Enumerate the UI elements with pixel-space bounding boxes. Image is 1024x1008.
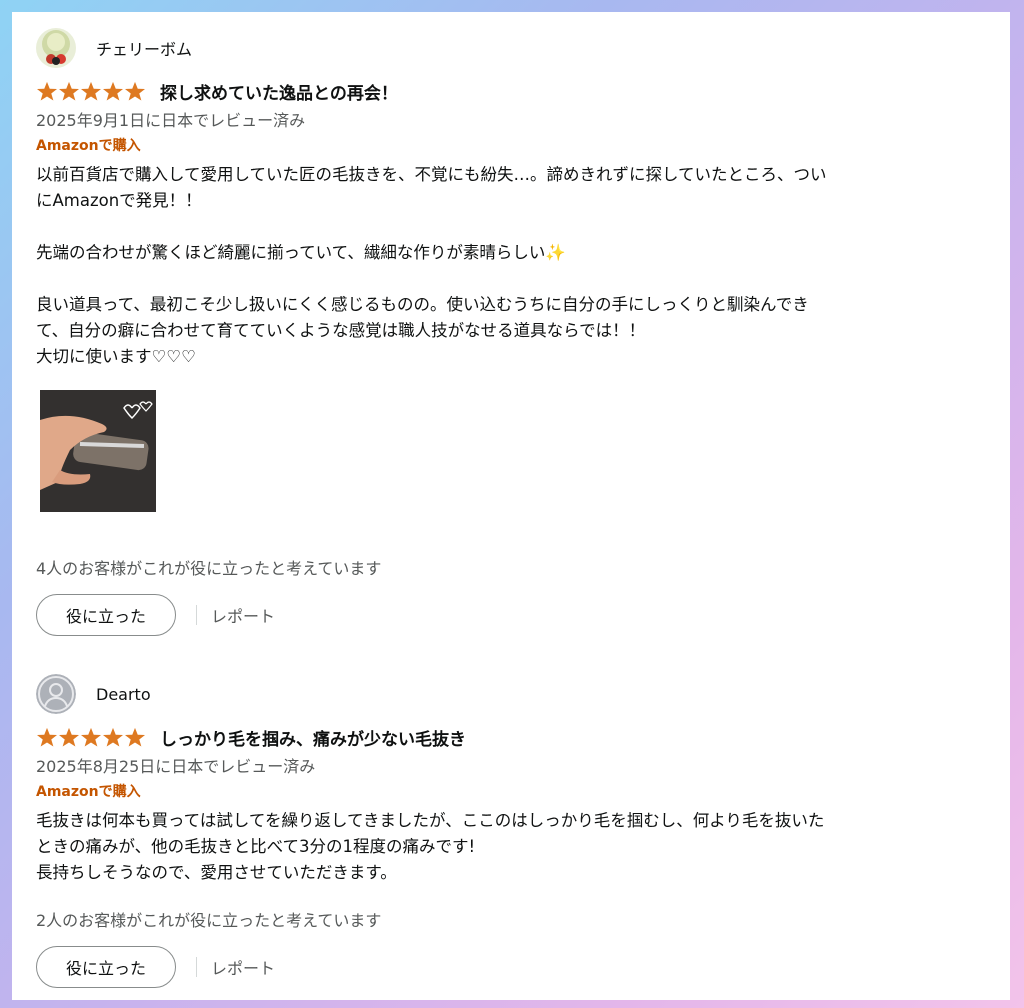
review-date: 2025年8月25日に日本でレビュー済み [36,757,316,776]
verified-purchase-badge: Amazonで購入 [36,138,141,154]
reviews-card: チェリーボム 探し求めていた逸品との再会！ 2025年9月1日に日本でレビュー済… [12,12,1010,1000]
helpful-button[interactable]: 役に立った [36,946,176,988]
review-body-line: て、自分の癖に合わせて育てていくような感覚は職人技がなせる道具ならでは！！ [36,321,646,340]
review-body-line: 長持ちしそうなので、愛用させていただきます。 [36,863,397,882]
report-link[interactable]: レポート [211,603,275,627]
helpful-button[interactable]: 役に立った [36,594,176,636]
star-rating[interactable] [36,727,146,747]
review-title[interactable]: 探し求めていた逸品との再会！ [160,79,398,104]
helpful-count: 2人のお客様がこれが役に立ったと考えています [36,911,382,930]
reviewer-name[interactable]: Dearto [96,685,151,704]
review-date: 2025年9月1日に日本でレビュー済み [36,111,306,130]
review-footer: 4人のお客様がこれが役に立ったと考えています 役に立った レポート [36,558,986,636]
cherry-avatar-icon[interactable] [36,28,76,68]
star-icon [125,727,145,747]
divider [196,605,197,625]
star-icon [103,727,123,747]
star-icon [59,81,79,101]
review-body-line: 先端の合わせが驚くほど綺麗に揃っていて、繊細な作りが素晴らしい✨ [36,243,566,262]
review-body-line: 毛抜きは何本も買っては試してを繰り返してきましたが、ここのはしっかり毛を掴むし、… [36,811,825,830]
review-photo-thumbnail[interactable] [40,390,156,512]
star-icon [37,81,57,101]
verified-purchase-badge: Amazonで購入 [36,784,141,800]
star-icon [125,81,145,101]
star-icon [103,81,123,101]
reviewer-name[interactable]: チェリーボム [96,36,192,60]
review-title[interactable]: しっかり毛を掴み、痛みが少ない毛抜き [160,725,466,750]
review-body-line: にAmazonで発見！！ [36,191,202,210]
reviewer-profile[interactable]: チェリーボム [36,28,986,68]
review-footer: 2人のお客様がこれが役に立ったと考えています 役に立った レポート [36,910,986,988]
review-body: 毛抜きは何本も買っては試してを繰り返してきましたが、ここのはしっかり毛を掴むし、… [36,808,986,886]
review-item: チェリーボム 探し求めていた逸品との再会！ 2025年9月1日に日本でレビュー済… [36,28,986,512]
review-body-line: 大切に使います♡♡♡ [36,347,196,366]
reviewer-profile[interactable]: Dearto [36,674,986,714]
review-body-line [36,214,986,240]
star-icon [59,727,79,747]
star-rating[interactable] [36,81,146,101]
star-icon [81,727,101,747]
default-user-avatar-icon[interactable] [36,674,76,714]
star-icon [81,81,101,101]
review-body-line: 以前百貨店で購入して愛用していた匠の毛抜きを、不覚にも紛失…。諦めきれずに探して… [36,165,827,184]
review-body: 以前百貨店で購入して愛用していた匠の毛抜きを、不覚にも紛失…。諦めきれずに探して… [36,162,986,370]
report-link[interactable]: レポート [211,955,275,979]
review-body-line: ときの痛みが、他の毛抜きと比べて3分の1程度の痛みです! [36,837,476,856]
divider [196,957,197,977]
review-item: Dearto しっかり毛を掴み、痛みが少ない毛抜き 2025年8月25日に日本で… [36,674,986,886]
star-icon [37,727,57,747]
review-body-line [36,266,986,292]
helpful-count: 4人のお客様がこれが役に立ったと考えています [36,559,382,578]
review-body-line: 良い道具って、最初こそ少し扱いにくく感じるものの。使い込むうちに自分の手にしっく… [36,295,809,314]
